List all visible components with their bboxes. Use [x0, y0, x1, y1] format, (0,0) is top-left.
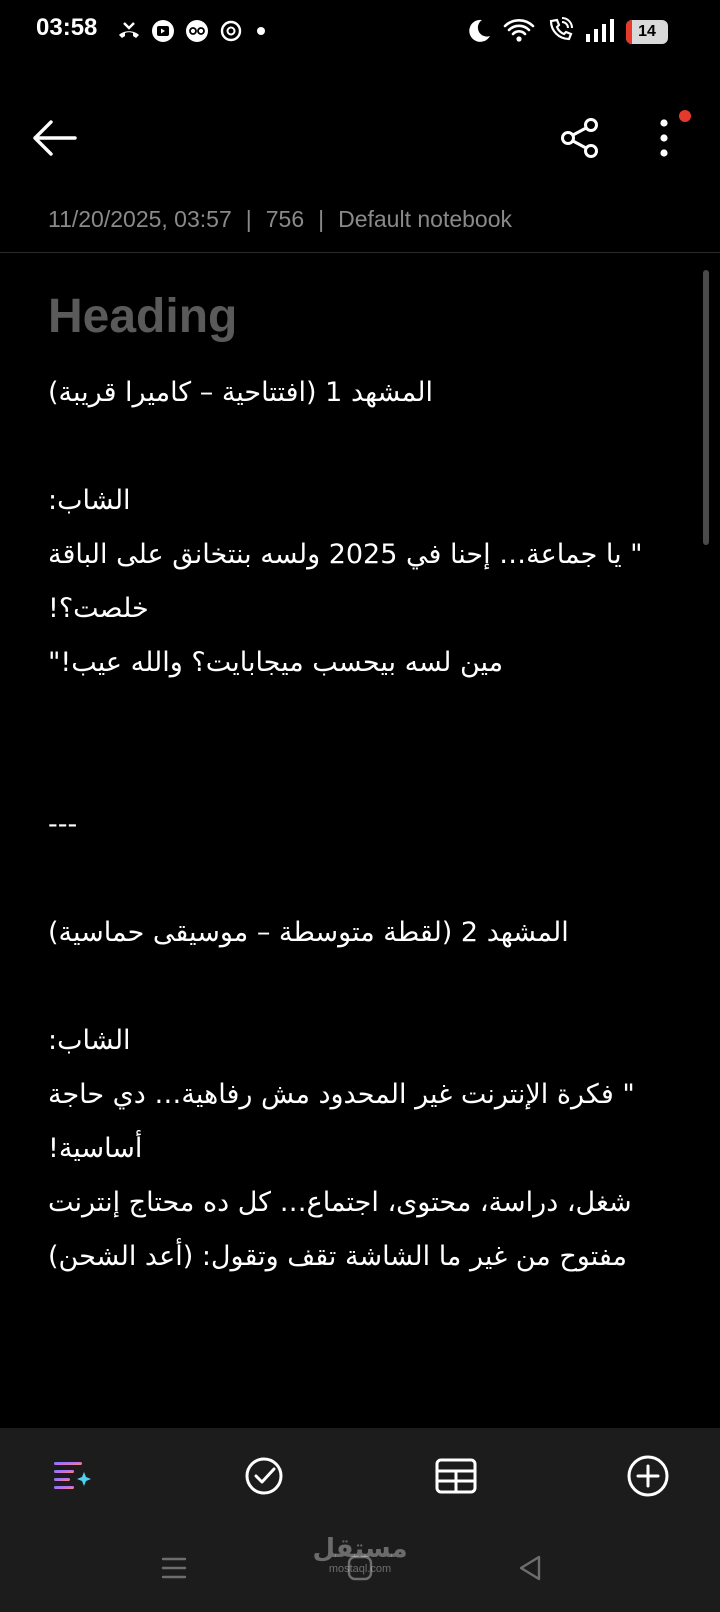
add-button[interactable]: [620, 1448, 676, 1504]
watermark-logo: مستقل mostaql.com: [310, 1536, 410, 1575]
note-count: 756: [265, 206, 305, 232]
status-icons-left: [116, 18, 270, 44]
meta-divider: [0, 252, 720, 253]
note-line: " يا جماعة… إحنا في 2025 ولسه بنتخانق عل…: [48, 539, 643, 570]
back-nav-icon: [519, 1555, 541, 1581]
recent-apps-icon: [161, 1557, 187, 1579]
note-datetime: 11/20/2025, 03:57: [48, 206, 232, 232]
note-line: [48, 690, 672, 744]
moon-icon: [464, 16, 492, 48]
status-bar: 03:58 14: [0, 0, 720, 66]
missed-call-icon: [116, 18, 142, 44]
add-icon: [627, 1455, 669, 1497]
scrollbar[interactable]: [703, 270, 709, 545]
more-options-button[interactable]: [644, 110, 684, 166]
wifi-icon: [502, 16, 536, 48]
note-line: [48, 960, 672, 1014]
note-line: [48, 744, 672, 798]
back-button[interactable]: [28, 112, 80, 164]
watermark-arabic: مستقل: [312, 1534, 408, 1564]
note-meta: 11/20/2025, 03:57 | 756 | Default notebo…: [48, 206, 512, 233]
share-button[interactable]: [552, 110, 608, 166]
more-vertical-icon: [660, 119, 668, 157]
note-line: المشهد 1 (افتتاحية – كاميرا قريبة): [48, 377, 433, 408]
checklist-button[interactable]: [236, 1448, 292, 1504]
signal-icon: [584, 16, 616, 48]
note-line: الشاب:: [48, 485, 131, 516]
table-icon: [435, 1458, 477, 1494]
back-nav-button[interactable]: [506, 1544, 554, 1592]
battery-level: 14: [638, 23, 656, 40]
note-line: المشهد 2 (لقطة متوسطة – موسيقى حماسية): [48, 917, 569, 948]
note-line: مين لسه بيحسب ميجابايت؟ والله عيب!": [48, 647, 504, 678]
notebook-name[interactable]: Default notebook: [338, 206, 512, 233]
note-body[interactable]: Heading المشهد 1 (افتتاحية – كاميرا قريب…: [48, 268, 672, 1284]
note-line: الشاب:: [48, 1025, 131, 1056]
battery-icon: 14: [626, 20, 668, 44]
note-line: خلصت؟!: [48, 593, 149, 624]
note-line: " فكرة الإنترنت غير المحدود مش رفاهية… د…: [48, 1079, 635, 1110]
meta-separator: |: [318, 206, 325, 232]
note-line: مفتوح من غير ما الشاشة تقف وتقول: (أعد ا…: [48, 1241, 627, 1272]
battery: 14: [626, 20, 668, 44]
notification-dot: [679, 110, 691, 122]
meta-separator: |: [245, 206, 252, 232]
note-line: [48, 420, 672, 474]
dot-icon: [252, 18, 270, 44]
ai-text-icon: [54, 1462, 91, 1489]
note-toolbar: [0, 96, 720, 176]
wifi-calling-icon: [546, 16, 574, 48]
ai-text-button[interactable]: [44, 1448, 100, 1504]
threads-icon: [218, 18, 244, 44]
note-line: ---: [48, 809, 78, 840]
recent-apps-button[interactable]: [150, 1544, 198, 1592]
media-icon: [150, 18, 176, 44]
table-button[interactable]: [428, 1448, 484, 1504]
app-icon: [184, 18, 210, 44]
editor-toolbar: [0, 1428, 720, 1524]
status-time: 03:58: [36, 14, 98, 41]
heading-placeholder[interactable]: Heading: [48, 268, 672, 366]
note-line: [48, 852, 672, 906]
note-line: أساسية!: [48, 1133, 143, 1164]
back-arrow-icon: [33, 120, 77, 156]
watermark-latin: mostaql.com: [328, 1563, 392, 1575]
note-line: شغل، دراسة، محتوى، اجتماع… كل ده محتاج إ…: [48, 1187, 632, 1218]
checklist-icon: [245, 1457, 283, 1495]
share-icon: [561, 118, 598, 158]
status-icons-right: 14: [464, 16, 668, 48]
